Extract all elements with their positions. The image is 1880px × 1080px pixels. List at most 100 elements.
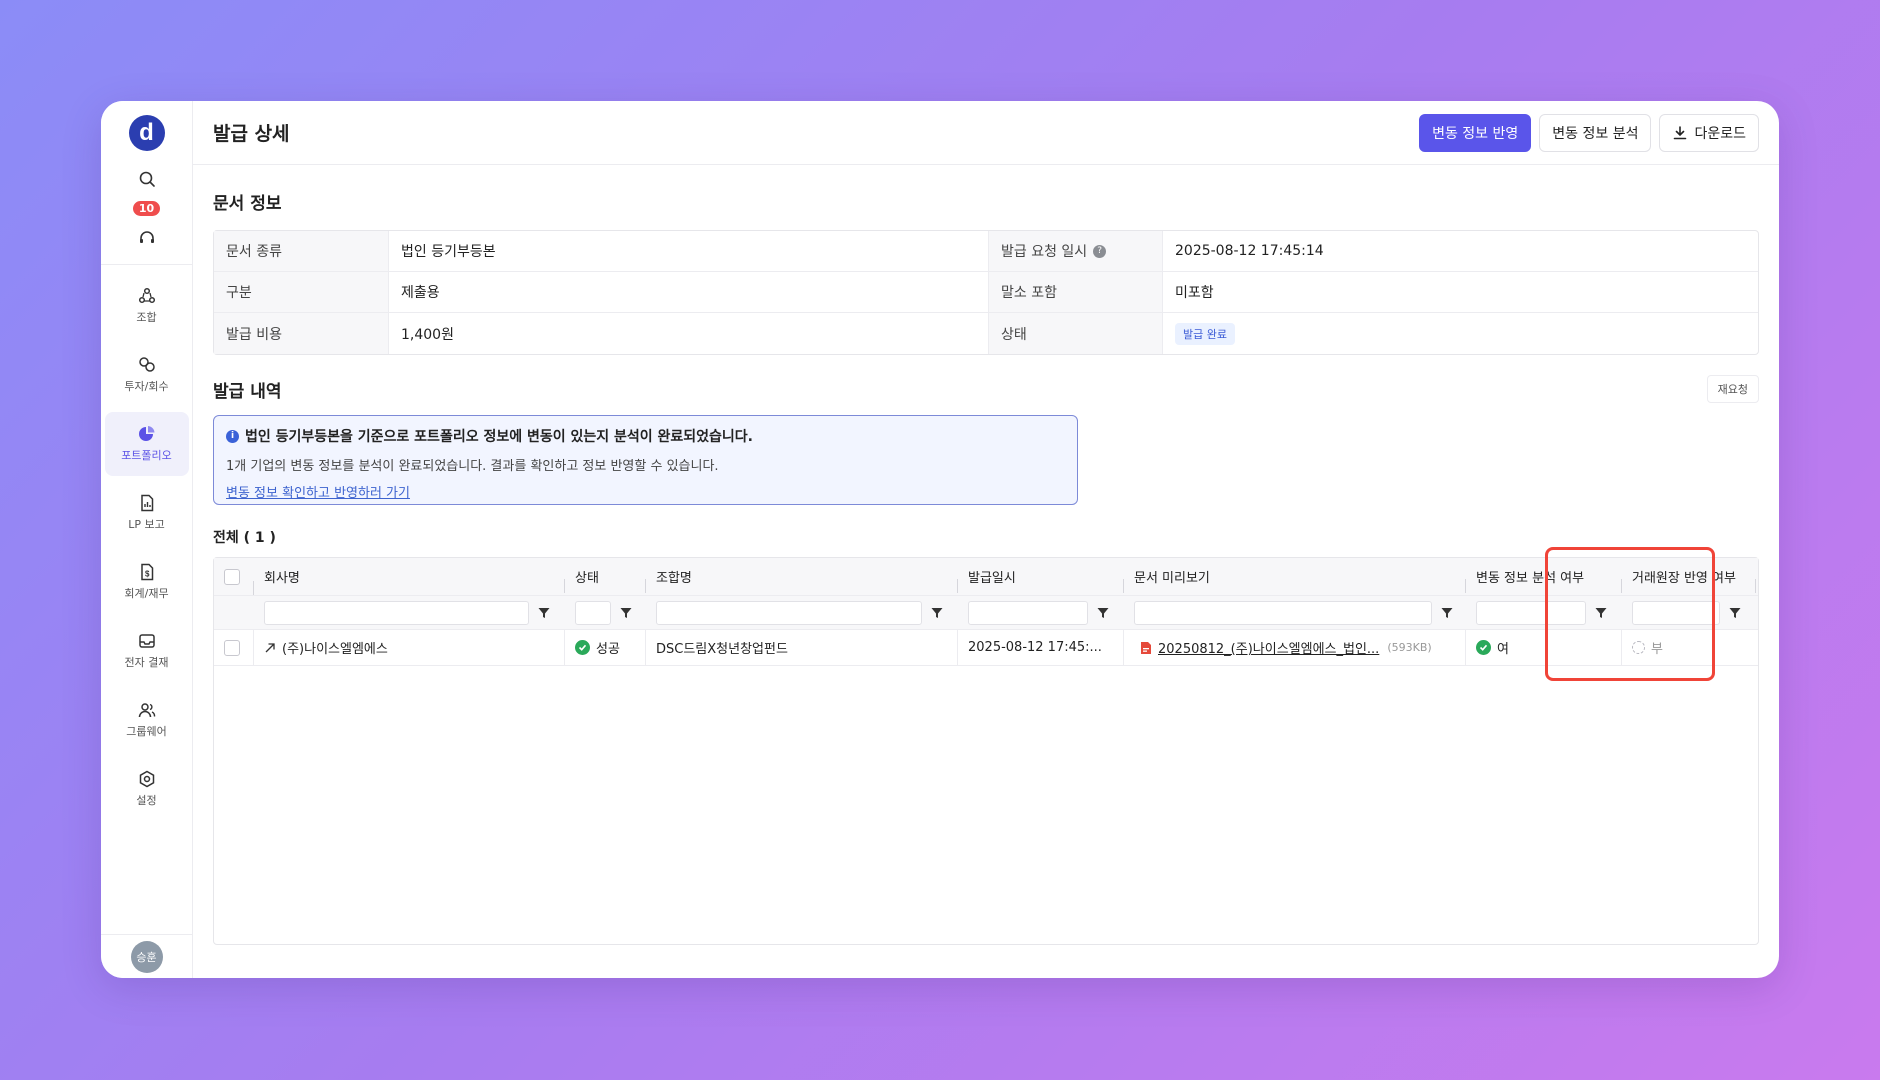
sidebar-item-investment[interactable]: 투자/회수 (105, 343, 189, 407)
investment-icon (138, 357, 155, 372)
category-label: 구분 (214, 272, 388, 313)
help-icon[interactable]: ? (1093, 244, 1107, 258)
row-checkbox-cell (214, 629, 254, 666)
accounting-icon: $ (140, 563, 153, 581)
filter-icon[interactable] (1728, 606, 1742, 620)
filter-icon[interactable] (930, 606, 944, 620)
request-time-label: 발급 요청 일시 ? (988, 231, 1162, 272)
table-row[interactable]: (주)나이스엘엠에스 성공 DSC드림X청년창업펀드 2025-08-12 17… (214, 629, 1758, 666)
status-text: 성공 (596, 642, 620, 657)
check-circle-icon (575, 640, 590, 655)
notice-title: i 법인 등기부등본을 기준으로 포트폴리오 정보에 변동이 있는지 분석이 완… (226, 426, 1065, 446)
apply-changes-button[interactable]: 변동 정보 반영 (1419, 113, 1532, 152)
cell-fund: DSC드림X청년창업펀드 (646, 629, 958, 666)
avatar[interactable]: 승훈 (130, 940, 163, 973)
request-time-value: 2025-08-12 17:45:14 (1162, 231, 1758, 272)
users-icon (138, 703, 155, 718)
page-title: 발급 상세 (213, 123, 290, 145)
analysis-text: 여 (1497, 642, 1509, 657)
sidebar-item-label: 투자/회수 (124, 380, 169, 393)
notice-link[interactable]: 변동 정보 확인하고 반영하러 가기 (226, 482, 410, 501)
status-label: 상태 (988, 313, 1162, 354)
col-issued-at[interactable]: 발급일시 (958, 567, 1124, 593)
filter-issued-at-input[interactable] (968, 600, 1088, 625)
sidebar-item-label: 조합 (136, 311, 157, 324)
sidebar-item-label: 포트폴리오 (121, 449, 172, 462)
sidebar-item-groupware[interactable]: 그룹웨어 (105, 688, 189, 752)
row-checkbox[interactable] (224, 639, 240, 656)
file-size: (593KB) (1387, 641, 1432, 654)
analysis-notice: i 법인 등기부등본을 기준으로 포트폴리오 정보에 변동이 있는지 분석이 완… (213, 415, 1078, 505)
filter-status-input[interactable] (575, 600, 611, 625)
doc-info-table: 문서 종류 법인 등기부등본 발급 요청 일시 ? 2025-08-12 17:… (213, 230, 1759, 355)
pdf-file-icon (1141, 641, 1151, 654)
select-all-checkbox[interactable] (224, 568, 240, 585)
doc-type-label: 문서 종류 (214, 231, 388, 272)
doc-info-title: 문서 정보 (213, 194, 282, 214)
sidebar-item-settings[interactable]: 설정 (105, 757, 189, 821)
history-title: 발급 내역 (213, 381, 282, 402)
cell-issued-at: 2025-08-12 17:45:... (958, 629, 1124, 666)
sidebar-item-accounting[interactable]: $ 회계/재무 (105, 550, 189, 614)
check-circle-icon (1476, 640, 1491, 655)
col-fund[interactable]: 조합명 (646, 567, 958, 593)
filter-company-input[interactable] (264, 600, 529, 625)
notification-badge[interactable]: 10 (132, 201, 161, 216)
notice-title-text: 법인 등기부등본을 기준으로 포트폴리오 정보에 변동이 있는지 분석이 완료되… (245, 429, 753, 445)
sidebar-item-lp-report[interactable]: LP 보고 (105, 481, 189, 545)
sidebar-item-label: 그룹웨어 (126, 725, 167, 738)
filter-icon[interactable] (1096, 606, 1110, 620)
report-icon (140, 494, 153, 512)
status-badge: 발급 완료 (1175, 322, 1235, 345)
analyze-changes-button[interactable]: 변동 정보 분석 (1539, 113, 1652, 152)
page-header: 발급 상세 변동 정보 반영 변동 정보 분석 다운로드 (193, 101, 1779, 165)
include-cancelled-value: 미포함 (1162, 272, 1758, 313)
doc-type-value: 법인 등기부등본 (388, 231, 988, 272)
download-label: 다운로드 (1694, 125, 1746, 142)
content-area: 문서 정보 문서 종류 법인 등기부등본 발급 요청 일시 ? 2025-08-… (193, 189, 1779, 945)
filter-preview (1124, 600, 1466, 625)
filter-icon[interactable] (619, 606, 633, 620)
gear-icon (139, 770, 154, 788)
filter-icon[interactable] (1440, 606, 1454, 620)
history-header: 발급 내역 재요청 (213, 375, 1759, 403)
filter-icon[interactable] (537, 606, 551, 620)
file-link[interactable]: 20250812_(주)나이스엘엠에스_법인... (1158, 638, 1379, 657)
app-logo[interactable]: d (128, 115, 165, 151)
external-link-icon[interactable] (264, 642, 276, 654)
search-icon[interactable] (135, 167, 159, 191)
info-icon: i (226, 429, 239, 443)
inbox-icon (138, 634, 155, 648)
filter-company (254, 600, 565, 625)
highlight-box (1545, 547, 1715, 681)
cell-preview: 20250812_(주)나이스엘엠에스_법인... (593KB) (1124, 629, 1466, 666)
sidebar-item-fund[interactable]: 조합 (105, 274, 189, 338)
app-window: d 10 조합 투자/회수 포트폴리오 LP 보고 $ 회계/재무 전자 결재 … (101, 101, 1779, 978)
retry-button[interactable]: 재요청 (1706, 375, 1759, 403)
sidebar: d 10 조합 투자/회수 포트폴리오 LP 보고 $ 회계/재무 전자 결재 … (101, 101, 193, 978)
cell-status: 성공 (565, 629, 646, 666)
grid-filter-row (214, 596, 1758, 630)
col-status[interactable]: 상태 (565, 567, 646, 593)
sidebar-item-approval[interactable]: 전자 결재 (105, 619, 189, 683)
company-name: (주)나이스엘엠에스 (282, 642, 388, 657)
col-company[interactable]: 회사명 (254, 567, 565, 593)
grid-header-row: 회사명 상태 조합명 발급일시 문서 미리보기 변동 정보 분석 여부 거래원장… (214, 558, 1758, 596)
issue-cost-label: 발급 비용 (214, 313, 388, 354)
filter-fund-input[interactable] (656, 600, 922, 625)
download-button[interactable]: 다운로드 (1659, 113, 1759, 152)
issue-cost-value: 1,400원 (388, 313, 988, 354)
total-count: 전체 ( 1 ) (213, 530, 276, 546)
sidebar-item-label: 전자 결재 (124, 656, 169, 669)
header-checkbox-cell (214, 568, 254, 595)
headset-icon[interactable] (135, 226, 159, 250)
sidebar-item-portfolio[interactable]: 포트폴리오 (104, 412, 189, 476)
filter-status (565, 600, 646, 625)
svg-text:$: $ (144, 570, 149, 579)
cell-company[interactable]: (주)나이스엘엠에스 (254, 629, 565, 666)
download-icon (1674, 125, 1687, 139)
filter-preview-input[interactable] (1134, 600, 1432, 625)
col-preview[interactable]: 문서 미리보기 (1124, 567, 1466, 593)
fund-icon (138, 287, 155, 304)
sidebar-item-label: 설정 (136, 794, 157, 807)
